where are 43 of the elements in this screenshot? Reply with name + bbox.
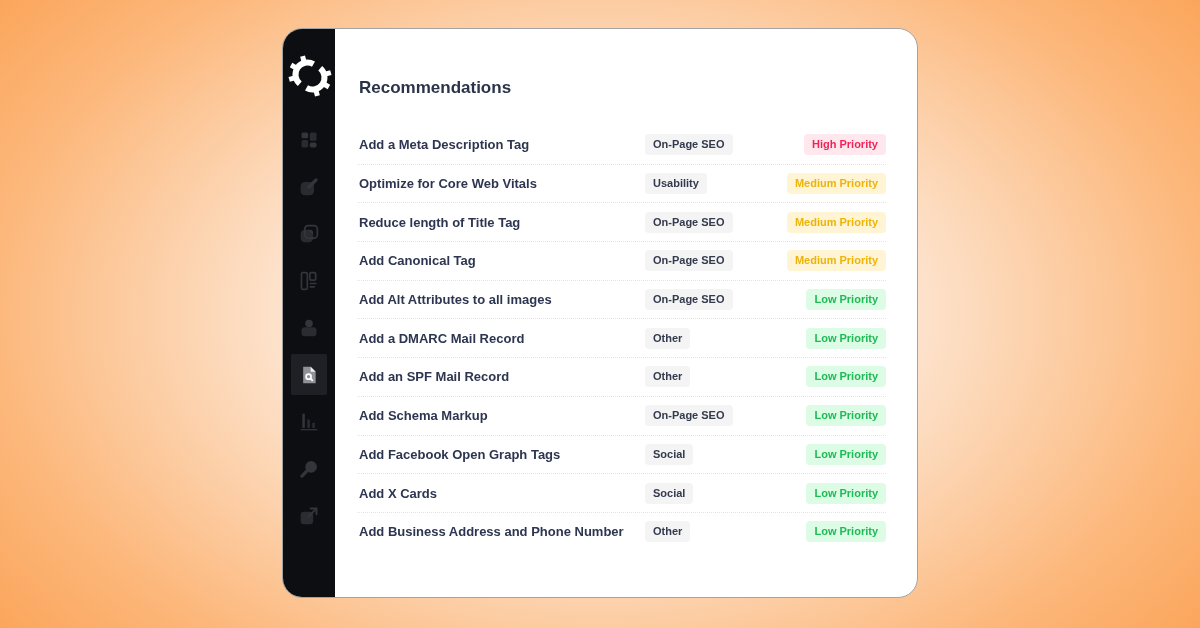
priority-badge: High Priority — [804, 134, 886, 156]
category-tag: On-Page SEO — [645, 250, 733, 272]
key-icon — [299, 458, 319, 479]
priority-badge: Medium Priority — [786, 211, 886, 233]
bar-chart-icon — [299, 411, 319, 432]
priority-badge: Low Priority — [806, 521, 886, 543]
category-tag: Other — [645, 521, 691, 543]
priority-badge: Low Priority — [806, 366, 886, 388]
category-tag: On-Page SEO — [645, 289, 733, 311]
checklist-icon — [299, 270, 319, 291]
gear-logo-icon — [287, 53, 333, 99]
priority-badge: Low Priority — [806, 289, 886, 311]
external-link-icon — [299, 505, 319, 526]
recommendation-title: Add Canonical Tag — [359, 253, 476, 269]
pie-square-icon — [299, 223, 319, 244]
recommendation-title: Add Schema Markup — [359, 408, 488, 424]
priority-badge: Low Priority — [806, 405, 886, 427]
section-title: Recommendations — [359, 78, 513, 98]
priority-badge: Low Priority — [806, 443, 886, 465]
recommendation-title: Add Business Address and Phone Number — [359, 524, 624, 540]
category-tag: Social — [645, 443, 694, 465]
recommendation-title: Reduce length of Title Tag — [359, 214, 521, 230]
sidebar-nav-item[interactable] — [291, 354, 327, 395]
category-tag: Usability — [645, 173, 707, 195]
recommendation-title: Add an SPF Mail Record — [359, 369, 510, 385]
recommendation-title: Add Alt Attributes to all images — [359, 292, 552, 308]
category-tag: Social — [645, 482, 694, 504]
priority-badge: Low Priority — [806, 327, 886, 349]
priority-badge: Medium Priority — [786, 250, 886, 272]
pen-square-icon — [299, 176, 319, 197]
recommendation-title: Optimize for Core Web Vitals — [359, 176, 537, 192]
recommendation-title: Add a Meta Description Tag — [359, 137, 530, 153]
priority-badge: Medium Priority — [786, 173, 886, 195]
category-tag: On-Page SEO — [645, 134, 733, 156]
category-tag: Other — [645, 366, 691, 388]
category-tag: On-Page SEO — [645, 211, 733, 233]
recommendation-title: Add Facebook Open Graph Tags — [359, 446, 561, 462]
recommendation-title: Add a DMARC Mail Record — [359, 330, 525, 346]
user-icon — [299, 317, 319, 338]
category-tag: On-Page SEO — [645, 405, 733, 427]
category-tag: Other — [645, 327, 691, 349]
priority-badge: Low Priority — [806, 482, 886, 504]
recommendation-title: Add X Cards — [359, 485, 437, 501]
